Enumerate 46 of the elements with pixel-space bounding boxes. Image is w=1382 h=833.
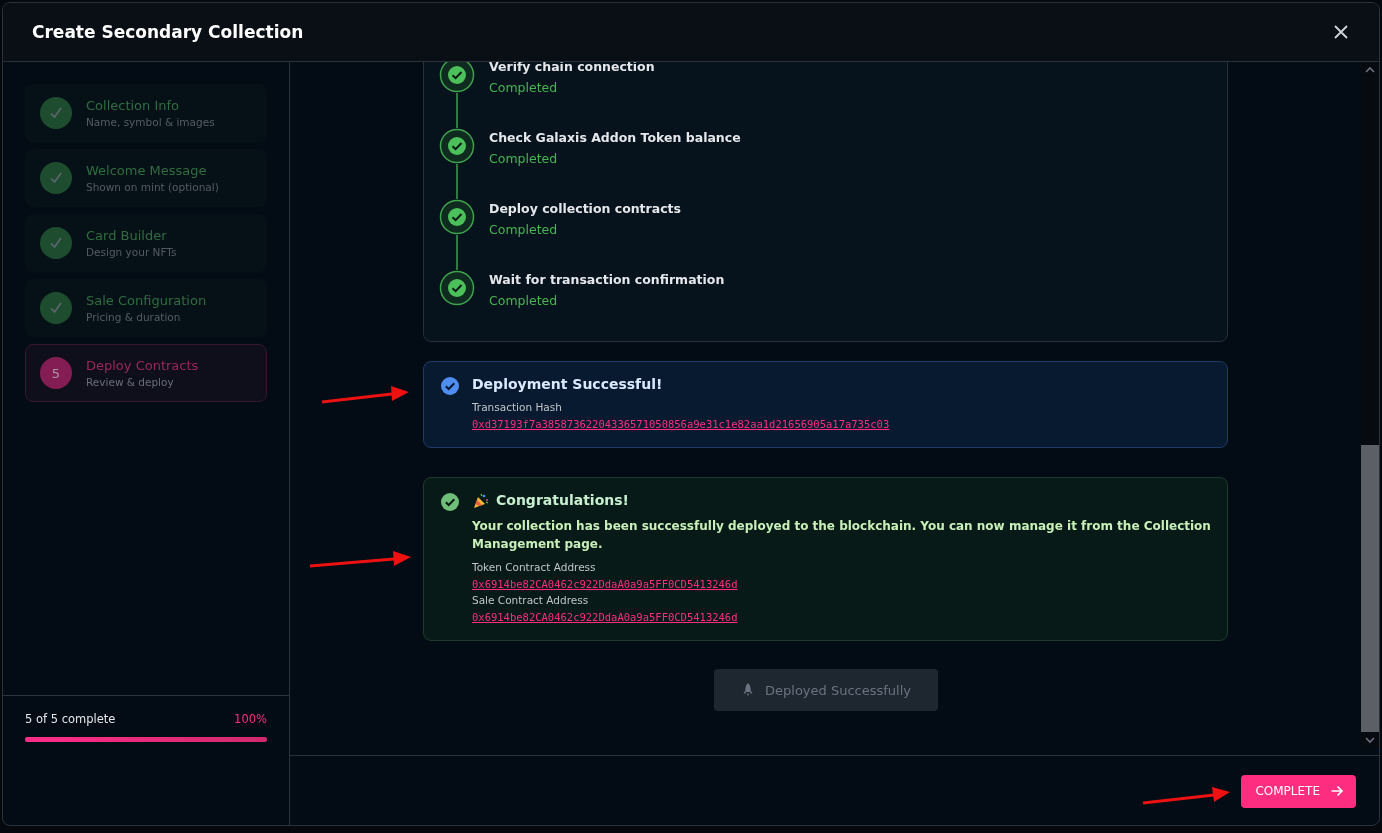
- chevron-up-icon[interactable]: [1365, 66, 1375, 74]
- arrow-right-icon: [1330, 784, 1344, 798]
- contract-address-link[interactable]: 0x6914be82CA0462c922DdaA0a9a5FF0CD5413246d: [472, 578, 1211, 590]
- close-icon: [1334, 25, 1348, 39]
- step-title: Welcome Message: [86, 163, 208, 178]
- check-circle-icon: [440, 376, 460, 396]
- task-status: Completed: [489, 151, 559, 166]
- scrollbar[interactable]: [1361, 62, 1379, 748]
- progress-percent: 100%: [234, 712, 267, 726]
- success-title: Deployment Successful!: [472, 376, 664, 392]
- check-circle-icon: [440, 492, 460, 512]
- progress-label: 5 of 5 complete: [25, 712, 116, 726]
- step-item[interactable]: Sale Configuration Pricing & duration: [25, 279, 267, 337]
- task-status: Completed: [489, 222, 559, 237]
- party-popper-icon: [472, 492, 490, 510]
- step-title: Collection Info: [86, 98, 181, 113]
- task-title: Deploy collection contracts: [489, 201, 682, 216]
- step-subtitle: Name, symbol & images: [86, 116, 215, 128]
- congratulations-message: Your collection has been successfully deployed to the blockchain. You can now manage it from the Collection Management page.: [472, 518, 1211, 553]
- step-number: 5: [40, 357, 72, 389]
- step-title: Sale Configuration: [86, 293, 207, 308]
- complete-button[interactable]: COMPLETE: [1241, 774, 1356, 808]
- task-status: Completed: [489, 293, 559, 308]
- step-item[interactable]: Card Builder Design your NFTs: [25, 214, 267, 272]
- step-subtitle: Pricing & duration: [86, 311, 182, 323]
- step-item[interactable]: Collection Info Name, symbol & images: [25, 84, 267, 142]
- address-label: Sale Contract Address: [472, 594, 590, 606]
- step-title: Deploy Contracts: [86, 358, 199, 373]
- close-button[interactable]: [1332, 23, 1350, 41]
- task-title: Wait for transaction confirmation: [489, 272, 725, 287]
- task-title: Verify chain connection: [489, 62, 655, 74]
- step-item[interactable]: 5 Deploy Contracts Review & deploy: [25, 344, 267, 402]
- transaction-hash-link[interactable]: 0xd37193f7a38587362204336571050856a9e31c1e82aa1d21656905a17a735c03: [472, 418, 890, 430]
- address-label: Token Contract Address: [472, 561, 597, 573]
- step-subtitle: Review & deploy: [86, 376, 175, 388]
- step-title: Card Builder: [86, 228, 168, 243]
- task-title: Check Galaxis Addon Token balance: [489, 130, 741, 145]
- congratulations-title: Congratulations!: [496, 492, 629, 508]
- step-subtitle: Shown on mint (optional): [86, 181, 219, 193]
- step-subtitle: Design your NFTs: [86, 246, 177, 258]
- task-status: Completed: [489, 80, 559, 95]
- step-item[interactable]: Welcome Message Shown on mint (optional): [25, 149, 267, 207]
- chevron-down-icon[interactable]: [1365, 736, 1375, 744]
- contract-address-link[interactable]: 0x6914be82CA0462c922DdaA0a9a5FF0CD5413246d: [472, 611, 1211, 623]
- hash-label: Transaction Hash: [472, 401, 563, 413]
- dialog-title: Create Secondary Collection: [32, 22, 304, 42]
